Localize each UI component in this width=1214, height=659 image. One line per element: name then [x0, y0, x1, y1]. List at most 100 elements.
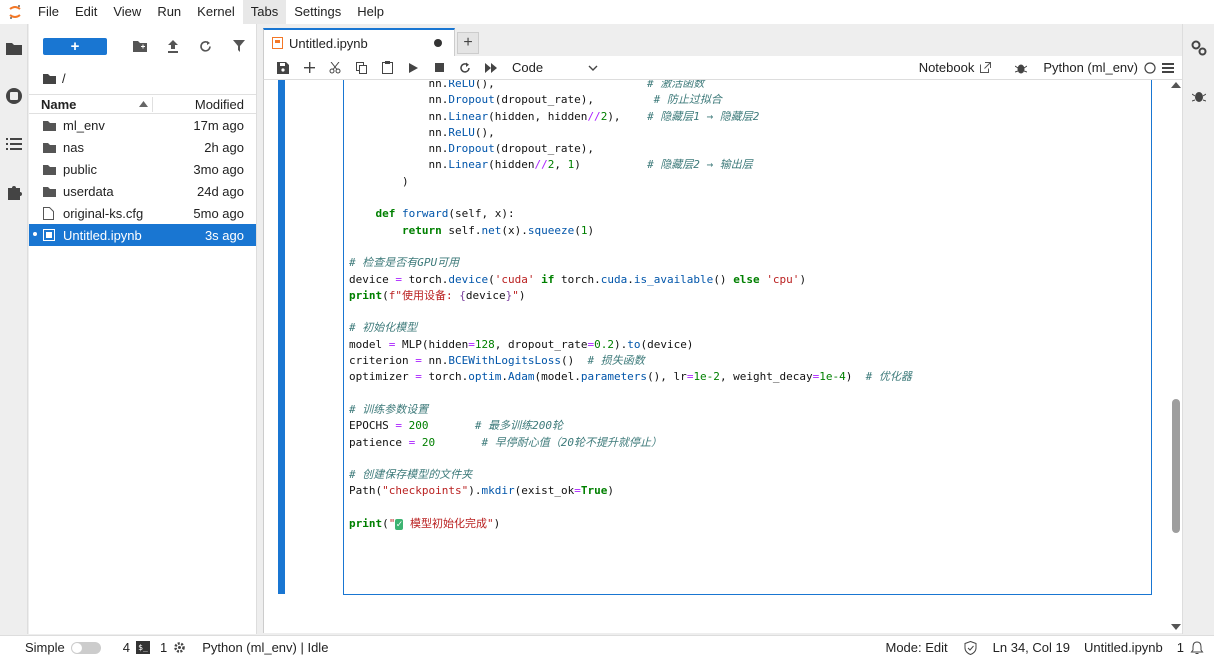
cut-icon[interactable] — [322, 56, 348, 80]
terminal-icon: $_ — [135, 641, 150, 654]
file-row-public[interactable]: public 3mo ago — [29, 158, 256, 180]
folder-icon — [43, 142, 63, 153]
menu-file[interactable]: File — [30, 0, 67, 24]
menu-settings[interactable]: Settings — [286, 0, 349, 24]
status-filename: Untitled.ipynb — [1083, 640, 1163, 655]
left-activity-bar — [0, 24, 28, 634]
file-list-header: Name Modified — [29, 94, 256, 114]
simple-mode-label: Simple — [25, 640, 65, 655]
new-launcher-button[interactable]: + — [43, 37, 107, 55]
file-name: original-ks.cfg — [63, 205, 144, 221]
simple-mode-toggle[interactable] — [70, 641, 101, 654]
debugger-bug-icon[interactable] — [1015, 62, 1028, 74]
scroll-up-arrow-icon[interactable] — [1171, 82, 1181, 88]
menu-view[interactable]: View — [105, 0, 149, 24]
interrupt-kernel-icon[interactable] — [426, 56, 452, 80]
unsaved-indicator-icon[interactable] — [434, 39, 442, 47]
kernel-name[interactable]: Python (ml_env) — [1043, 60, 1138, 75]
scroll-down-arrow-icon[interactable] — [1171, 624, 1181, 630]
open-in-notebook-link[interactable]: Notebook — [919, 60, 975, 75]
file-name: userdata — [63, 183, 114, 199]
column-name-header[interactable]: Name — [29, 96, 153, 112]
file-row-ml-env[interactable]: ml_env 17m ago — [29, 114, 256, 136]
file-icon — [43, 206, 63, 220]
chevron-down-icon — [588, 65, 598, 71]
file-row-original-ks[interactable]: original-ks.cfg 5mo ago — [29, 202, 256, 224]
file-modified: 17m ago — [193, 117, 244, 133]
menu-run[interactable]: Run — [149, 0, 189, 24]
file-name: ml_env — [63, 117, 105, 133]
sort-ascending-icon — [139, 101, 148, 107]
file-modified: 5mo ago — [193, 205, 244, 221]
scrollbar-thumb[interactable] — [1172, 399, 1180, 533]
shield-check-icon[interactable] — [964, 640, 977, 655]
menu-help[interactable]: Help — [349, 0, 392, 24]
notebook-tab-icon — [272, 37, 283, 49]
file-name: public — [63, 161, 97, 177]
breadcrumb-path[interactable]: / — [62, 71, 66, 86]
filter-icon[interactable] — [222, 34, 255, 58]
notification-count: 1 — [1176, 640, 1184, 655]
terminals-count-value: 4 — [122, 640, 130, 655]
jupyter-logo-icon — [0, 4, 30, 20]
file-name: Untitled.ipynb — [63, 227, 142, 243]
menu-edit[interactable]: Edit — [67, 0, 105, 24]
kernel-status-idle-icon — [1144, 61, 1156, 74]
active-cell-collapser[interactable] — [278, 80, 285, 594]
run-cell-icon[interactable] — [400, 56, 426, 80]
toolbar-right-group: Notebook Python (ml_env) — [919, 60, 1182, 75]
folder-icon — [43, 164, 63, 175]
terminals-count[interactable]: 4 $_ — [123, 640, 150, 655]
cursor-position[interactable]: Ln 34, Col 19 — [993, 640, 1070, 655]
folder-icon — [43, 186, 63, 197]
file-row-nas[interactable]: nas 2h ago — [29, 136, 256, 158]
file-row-untitled-ipynb[interactable]: Untitled.ipynb 3s ago — [29, 224, 256, 246]
code-cell-source[interactable]: nn.ReLU(), # 激活函数 nn.Dropout(dropout_rat… — [349, 80, 912, 533]
kernel-status-text[interactable]: Python (ml_env) | Idle — [202, 640, 328, 655]
file-browser-panel: + / Name Modified ml_env 17m ago nas 2h — [29, 24, 257, 634]
table-of-contents-icon[interactable] — [0, 120, 28, 168]
property-inspector-gears-icon[interactable] — [1183, 24, 1214, 72]
notebook-icon — [43, 229, 63, 241]
breadcrumb: / — [29, 68, 256, 88]
running-sessions-icon[interactable] — [0, 72, 28, 120]
new-folder-icon[interactable] — [123, 34, 156, 58]
column-name-label: Name — [41, 96, 77, 112]
file-name: nas — [63, 139, 84, 155]
notebook-body: nn.ReLU(), # 激活函数 nn.Dropout(dropout_rat… — [263, 80, 1182, 633]
new-tab-button[interactable]: + — [457, 32, 479, 54]
root-folder-icon[interactable] — [43, 73, 56, 84]
status-bar: Simple 4 $_ 1 Python (ml_env) | Idle Mod… — [0, 635, 1214, 659]
add-cell-icon[interactable] — [296, 56, 322, 80]
column-modified-header[interactable]: Modified — [153, 97, 256, 112]
document-tab-bar: Untitled.ipynb + — [262, 24, 1182, 56]
notification-bell-icon[interactable] — [1190, 640, 1204, 655]
debugger-panel-bug-icon[interactable] — [1183, 72, 1214, 120]
menu-tabs[interactable]: Tabs — [242, 0, 287, 24]
editor-mode: Mode: Edit — [885, 640, 948, 655]
menu-hamburger-icon[interactable] — [1162, 62, 1174, 73]
upload-icon[interactable] — [156, 34, 189, 58]
menu-bar: File Edit View Run Kernel Tabs Settings … — [0, 0, 1214, 24]
external-link-icon[interactable] — [980, 62, 992, 73]
restart-run-all-icon[interactable] — [478, 56, 504, 80]
extension-manager-puzzle-icon[interactable] — [0, 168, 28, 216]
file-browser-folder-icon[interactable] — [0, 24, 28, 72]
right-activity-bar — [1182, 24, 1214, 634]
cell-type-select[interactable]: Code — [512, 60, 598, 75]
menu-kernel[interactable]: Kernel — [189, 0, 243, 24]
main-area: Untitled.ipynb + Code Notebook Python (m… — [262, 24, 1182, 634]
file-modified: 2h ago — [204, 139, 244, 155]
file-row-userdata[interactable]: userdata 24d ago — [29, 180, 256, 202]
cell-type-value: Code — [512, 60, 544, 75]
file-modified: 3s ago — [204, 227, 244, 243]
restart-kernel-icon[interactable] — [452, 56, 478, 80]
tab-untitled-ipynb[interactable]: Untitled.ipynb — [263, 28, 455, 56]
kernels-count[interactable]: 1 — [160, 640, 186, 655]
refresh-icon[interactable] — [189, 34, 222, 58]
folder-icon — [43, 120, 63, 131]
copy-icon[interactable] — [348, 56, 374, 80]
paste-icon[interactable] — [374, 56, 400, 80]
save-icon[interactable] — [270, 56, 296, 80]
notebook-scrollbar[interactable] — [1168, 80, 1182, 633]
